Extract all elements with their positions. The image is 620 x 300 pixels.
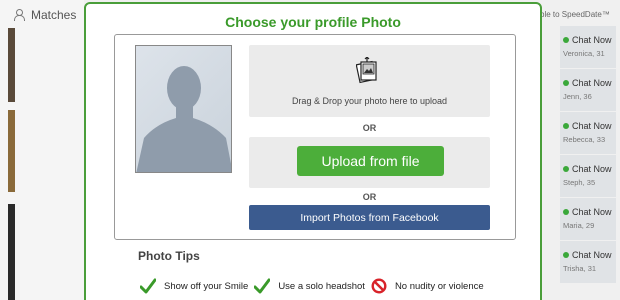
chat-user-name: Veronica, 31: [563, 49, 605, 58]
tip-item: No nudity or violence: [371, 278, 484, 294]
checkmark-icon: [140, 278, 156, 294]
modal-title: Choose your profile Photo: [225, 14, 401, 30]
tip-item: Show off your Smile: [140, 278, 248, 294]
online-dot-icon: [563, 37, 569, 43]
tip-item: Use a solo headshot: [254, 278, 365, 294]
online-dot-icon: [563, 209, 569, 215]
photo-stack-icon: [356, 57, 377, 84]
tip-text: No nudity or violence: [394, 280, 484, 292]
import-facebook-button[interactable]: Import Photos from Facebook: [249, 205, 490, 230]
drag-drop-zone[interactable]: Drag & Drop your photo here to upload: [249, 45, 490, 117]
checkmark-icon: [254, 278, 271, 294]
tip-text: Show off your Smile: [164, 280, 249, 292]
chat-now-label: Chat Now: [572, 78, 612, 88]
chat-list-item[interactable]: Chat Now Jenn, 36: [560, 69, 616, 112]
chat-user-name: Steph, 35: [563, 178, 596, 187]
chat-list-item[interactable]: Chat Now Rebecca, 33: [560, 112, 616, 155]
matches-header[interactable]: Matches: [14, 8, 76, 22]
online-dot-icon: [563, 80, 569, 86]
photo-tips-title: Photo Tips: [138, 249, 200, 263]
chat-now-label: Chat Now: [572, 207, 612, 217]
online-dot-icon: [563, 166, 569, 172]
chat-now-label: Chat Now: [572, 35, 612, 45]
upload-panel: Drag & Drop your photo here to upload OR…: [114, 34, 516, 240]
chat-list-item[interactable]: Chat Now Maria, 29: [560, 198, 616, 241]
chat-list-item[interactable]: Chat Now Veronica, 31: [560, 26, 616, 69]
speeddate-header: ble to SpeedDate™: [540, 10, 610, 19]
photo-tips-list: Show off your Smile Use a solo headshot …: [140, 278, 484, 294]
chat-user-name: Jenn, 36: [563, 92, 592, 101]
background-left-panel: Matches: [0, 0, 84, 300]
chat-now-label: Chat Now: [572, 164, 612, 174]
matches-label: Matches: [31, 8, 77, 22]
chat-list-item[interactable]: Chat Now Steph, 35: [560, 155, 616, 198]
online-dot-icon: [563, 252, 569, 258]
silhouette-icon: [136, 66, 231, 172]
avatar-placeholder: [135, 45, 232, 173]
upload-button-area: Upload from file: [249, 137, 490, 188]
upload-from-file-button[interactable]: Upload from file: [297, 146, 444, 176]
chat-user-name: Trisha, 31: [563, 264, 597, 273]
chat-user-name: Maria, 29: [563, 221, 595, 230]
match-thumbnail[interactable]: [8, 28, 15, 102]
online-dot-icon: [563, 123, 569, 129]
or-separator: OR: [362, 192, 377, 202]
profile-photo-modal: Choose your profile Photo Drag & Drop yo…: [84, 2, 542, 300]
match-thumbnail[interactable]: [8, 204, 15, 300]
match-thumbnail[interactable]: [8, 110, 15, 192]
chat-now-label: Chat Now: [572, 121, 612, 131]
chat-user-name: Rebecca, 33: [563, 135, 606, 144]
chat-now-label: Chat Now: [572, 250, 612, 260]
people-icon: [14, 9, 28, 21]
chat-list: Chat Now Veronica, 31 Chat Now Jenn, 36 …: [560, 26, 616, 284]
tip-text: Use a solo headshot: [278, 280, 365, 292]
drag-drop-text: Drag & Drop your photo here to upload: [291, 96, 448, 106]
prohibited-icon: [371, 278, 387, 294]
or-separator: OR: [362, 123, 377, 133]
chat-list-item[interactable]: Chat Now Trisha, 31: [560, 241, 616, 284]
